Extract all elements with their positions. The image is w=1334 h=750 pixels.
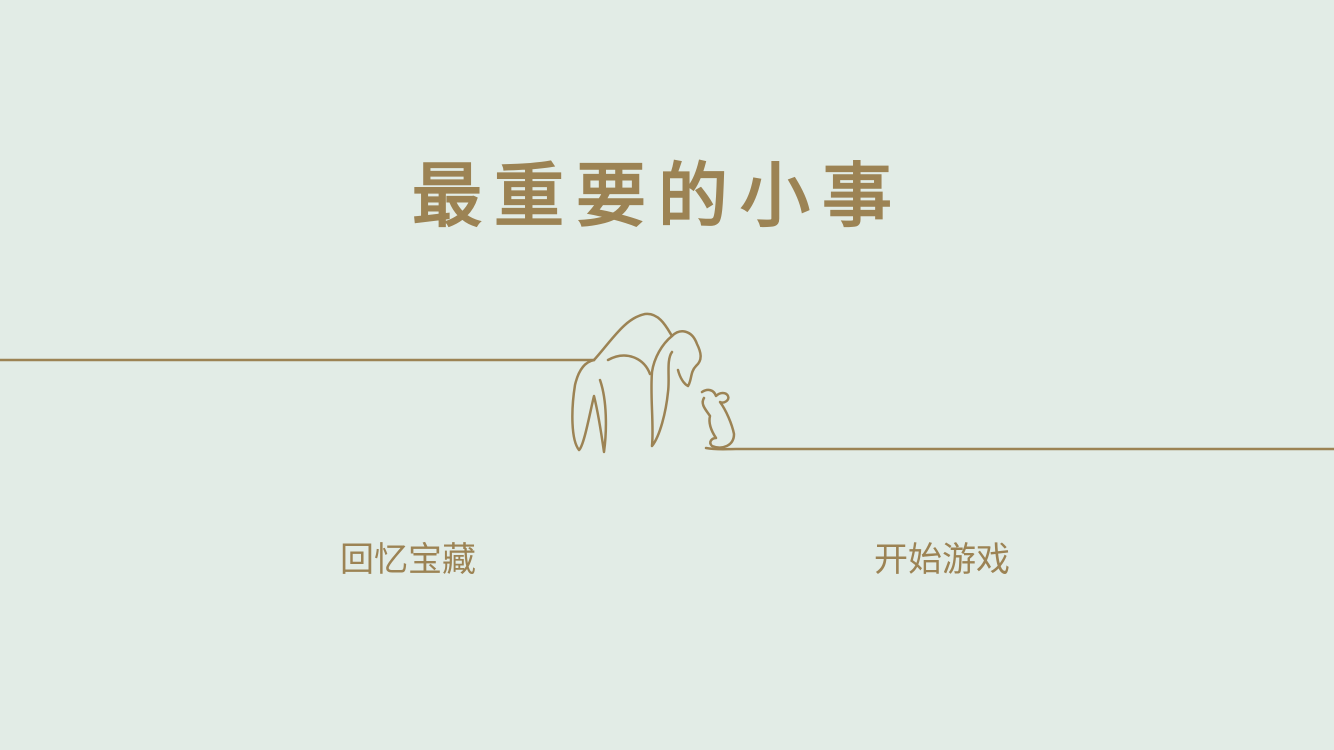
start-game-button[interactable]: 开始游戏 xyxy=(874,536,1024,584)
memories-button[interactable]: 回忆宝藏 xyxy=(340,536,490,584)
game-title: 最重要的小事 xyxy=(412,154,904,237)
gorilla-mouse-line-art-icon xyxy=(0,312,1334,454)
